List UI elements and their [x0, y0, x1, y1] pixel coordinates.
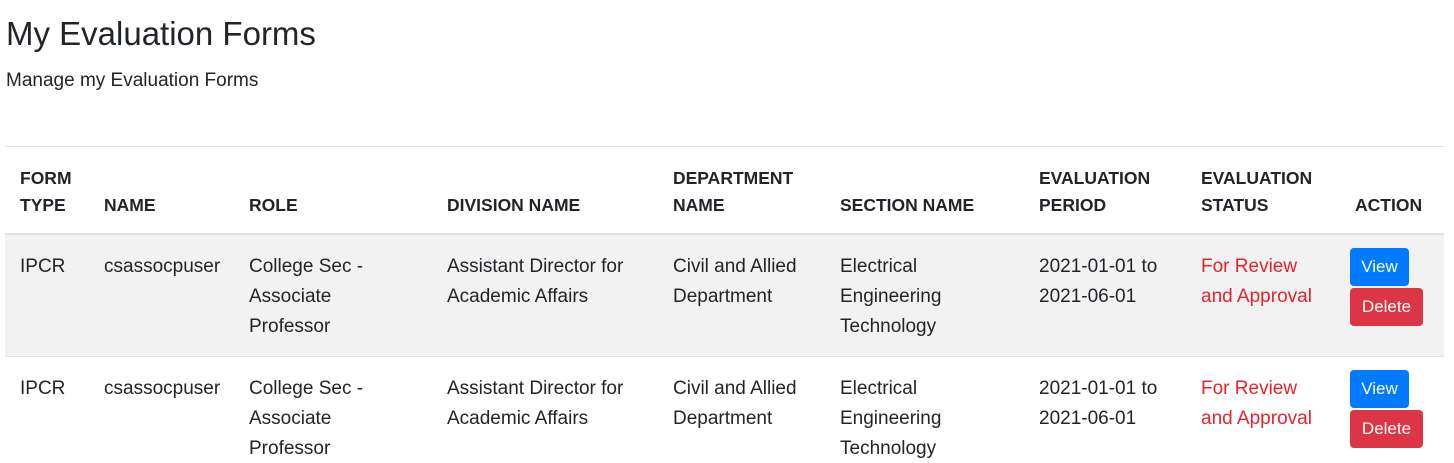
- cell-evaluation-status: For Review and Approval: [1186, 356, 1340, 463]
- cell-department-line-1: Civil and Allied: [673, 378, 797, 399]
- evaluation-forms-table: FORM TYPE NAME ROLE DIVISION NAME DEPART…: [5, 146, 1444, 463]
- cell-role-line-1: College Sec -: [249, 378, 364, 399]
- view-button[interactable]: View: [1350, 370, 1409, 408]
- cell-division-line-2: Academic Affairs: [447, 286, 589, 307]
- header-section-name: SECTION NAME: [825, 146, 1024, 235]
- view-button[interactable]: View: [1350, 248, 1409, 286]
- cell-form-type: IPCR: [5, 233, 89, 357]
- header-form-type-line-1: FORM: [20, 168, 72, 188]
- table-row: IPCR csassocpuser College Sec - Associat…: [5, 233, 1444, 357]
- cell-department-name: Civil and Allied Department: [658, 356, 825, 463]
- cell-division-line-1: Assistant Director for: [447, 378, 624, 399]
- cell-form-type: IPCR: [5, 356, 89, 463]
- cell-period-line-2: 2021-06-01: [1039, 286, 1137, 307]
- header-evaluation-status-line-1: EVALUATION: [1201, 168, 1313, 188]
- table-row: IPCR csassocpuser College Sec - Associat…: [5, 356, 1444, 463]
- header-name: NAME: [89, 146, 234, 235]
- cell-action: View Delete: [1340, 233, 1444, 357]
- cell-section-name: Electrical Engineering Technology: [825, 356, 1024, 463]
- cell-role-line-1: College Sec -: [249, 256, 364, 277]
- header-action: ACTION: [1340, 146, 1444, 235]
- header-form-type: FORM TYPE: [5, 146, 89, 235]
- cell-section-name: Electrical Engineering Technology: [825, 233, 1024, 357]
- cell-role: College Sec - Associate Professor: [234, 356, 432, 463]
- cell-role-line-2: Associate: [249, 408, 332, 429]
- cell-department-line-2: Department: [673, 286, 773, 307]
- cell-evaluation-period: 2021-01-01 to 2021-06-01: [1024, 233, 1186, 357]
- cell-evaluation-status: For Review and Approval: [1186, 233, 1340, 357]
- cell-status-line-2: and Approval: [1201, 408, 1312, 429]
- cell-action: View Delete: [1340, 356, 1444, 463]
- page-subtitle: Manage my Evaluation Forms: [6, 70, 259, 91]
- table-header: FORM TYPE NAME ROLE DIVISION NAME DEPART…: [5, 146, 1444, 235]
- evaluation-forms-table-container: FORM TYPE NAME ROLE DIVISION NAME DEPART…: [5, 146, 1444, 463]
- cell-department-line-2: Department: [673, 408, 773, 429]
- cell-status-line-2: and Approval: [1201, 286, 1312, 307]
- cell-name: csassocpuser: [89, 233, 234, 357]
- page-title: My Evaluation Forms: [6, 15, 316, 52]
- header-department-name: DEPARTMENT NAME: [658, 146, 825, 235]
- cell-division-name: Assistant Director for Academic Affairs: [432, 233, 658, 357]
- header-evaluation-period-line-1: EVALUATION: [1039, 168, 1151, 188]
- cell-division-name: Assistant Director for Academic Affairs: [432, 356, 658, 463]
- cell-role-line-3: Professor: [249, 316, 331, 337]
- cell-evaluation-period: 2021-01-01 to 2021-06-01: [1024, 356, 1186, 463]
- delete-button[interactable]: Delete: [1350, 288, 1423, 326]
- cell-period-line-1: 2021-01-01 to: [1039, 256, 1158, 277]
- cell-status-line-1: For Review: [1201, 256, 1298, 277]
- cell-section-line-2: Engineering: [840, 286, 942, 307]
- header-row: FORM TYPE NAME ROLE DIVISION NAME DEPART…: [5, 146, 1444, 235]
- header-form-type-line-2: TYPE: [20, 195, 66, 215]
- cell-section-line-1: Electrical: [840, 256, 918, 277]
- cell-name: csassocpuser: [89, 356, 234, 463]
- header-department-name-line-1: DEPARTMENT: [673, 168, 794, 188]
- cell-department-name: Civil and Allied Department: [658, 233, 825, 357]
- header-evaluation-status-line-2: STATUS: [1201, 195, 1269, 215]
- delete-button[interactable]: Delete: [1350, 410, 1423, 448]
- header-evaluation-period: EVALUATION PERIOD: [1024, 146, 1186, 235]
- cell-role-line-2: Associate: [249, 286, 332, 307]
- cell-section-line-1: Electrical: [840, 378, 918, 399]
- cell-department-line-1: Civil and Allied: [673, 256, 797, 277]
- header-division-name: DIVISION NAME: [432, 146, 658, 235]
- cell-division-line-2: Academic Affairs: [447, 408, 589, 429]
- cell-period-line-1: 2021-01-01 to: [1039, 378, 1158, 399]
- cell-section-line-3: Technology: [840, 316, 937, 337]
- cell-section-line-3: Technology: [840, 438, 937, 459]
- header-department-name-line-2: NAME: [673, 195, 725, 215]
- cell-role: College Sec - Associate Professor: [234, 233, 432, 357]
- cell-role-line-3: Professor: [249, 438, 331, 459]
- cell-status-line-1: For Review: [1201, 378, 1298, 399]
- cell-division-line-1: Assistant Director for: [447, 256, 624, 277]
- table-body: IPCR csassocpuser College Sec - Associat…: [5, 233, 1444, 463]
- cell-section-line-2: Engineering: [840, 408, 942, 429]
- header-role: ROLE: [234, 146, 432, 235]
- header-evaluation-status: EVALUATION STATUS: [1186, 146, 1340, 235]
- cell-period-line-2: 2021-06-01: [1039, 408, 1137, 429]
- header-evaluation-period-line-2: PERIOD: [1039, 195, 1107, 215]
